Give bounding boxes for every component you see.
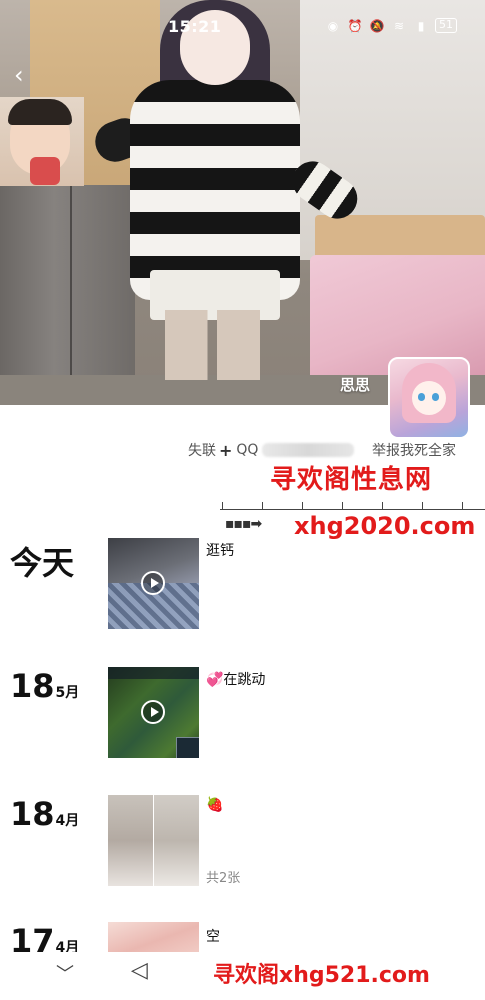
wifi-icon: ≋ [393, 18, 405, 33]
status-bar: 15:21 ◉ ⏰ 🔕 ≋ ▮ 51 [0, 0, 485, 48]
timeline-month: 4月 [55, 813, 80, 829]
signature-report-text: 举报我死全家 [372, 443, 456, 459]
ruler-tick [302, 502, 303, 510]
fridge-divider [70, 185, 72, 375]
avatar[interactable] [388, 357, 470, 439]
timeline-caption: 🍓 [206, 797, 224, 813]
status-time: 15:21 [168, 17, 222, 36]
game-hud [108, 667, 199, 679]
mute-icon: 🔕 [369, 18, 385, 33]
plus-icon: + [219, 440, 233, 460]
timeline-date: 184月 [10, 795, 79, 833]
watermark-ruler [220, 509, 485, 510]
timeline-caption: 空 [206, 929, 220, 945]
timeline-day: 今天 [10, 544, 75, 582]
pip-child-photo [0, 97, 84, 186]
signature-prefix: 失联 [188, 443, 216, 459]
cover-photo[interactable] [0, 0, 485, 405]
ruler-tick [222, 502, 223, 510]
avatar-eye-right [432, 393, 439, 401]
qq-label: QQ [236, 442, 259, 458]
person-sweater-shape [130, 80, 300, 300]
arrow-icon: ▪▪▪➡ [225, 516, 262, 532]
timeline-day: 18 [10, 667, 55, 705]
status-icons: ◉ ⏰ 🔕 ≋ ▮ 51 [325, 18, 457, 33]
game-minimap [176, 737, 199, 758]
photo-count: 共2张 [206, 871, 241, 886]
timeline-caption: 逛钙 [206, 543, 234, 559]
pip-cup [30, 157, 60, 185]
ruler-tick [382, 502, 383, 510]
avatar-eye-left [418, 393, 425, 401]
alarm-icon: ⏰ [347, 18, 363, 33]
profile-signature: 失联 + QQ [188, 440, 355, 460]
photo-divider [153, 795, 154, 886]
watermark-bottom: 寻欢阁xhg521.com [213, 963, 430, 988]
ruler-tick [422, 502, 423, 510]
battery-icon: 51 [435, 18, 457, 33]
watermark-site-cn: 寻欢阁性息网 [270, 465, 433, 495]
photo-left [108, 795, 153, 886]
person-legs-shape [165, 310, 260, 380]
nav-back-button[interactable]: ◁ [131, 958, 148, 983]
ruler-tick [462, 502, 463, 510]
ruler-tick [262, 502, 263, 510]
eye-icon: ◉ [327, 18, 339, 33]
signal-icon: ▮ [417, 18, 425, 33]
timeline-thumbnail[interactable] [108, 795, 199, 886]
play-icon [141, 700, 165, 724]
watermark-site-url: xhg2020.com [294, 512, 476, 540]
timeline-thumbnail[interactable] [108, 538, 199, 629]
nav-collapse-button[interactable]: ﹀ [56, 960, 74, 986]
photo-right [154, 795, 199, 886]
timeline-thumbnail[interactable] [108, 667, 199, 758]
qq-number-redacted [262, 443, 355, 457]
play-icon [141, 571, 165, 595]
timeline-day: 18 [10, 795, 55, 833]
timeline-month: 5月 [55, 685, 80, 701]
ruler-tick [342, 502, 343, 510]
profile-name: 思思 [340, 376, 371, 394]
timeline-caption: 💞在跳动 [206, 672, 266, 688]
timeline-date: 今天 [10, 538, 75, 584]
timeline-date: 185月 [10, 667, 79, 705]
fridge-shape [0, 185, 135, 375]
pip-hair [8, 99, 72, 125]
back-button[interactable]: ‹ [14, 62, 38, 90]
